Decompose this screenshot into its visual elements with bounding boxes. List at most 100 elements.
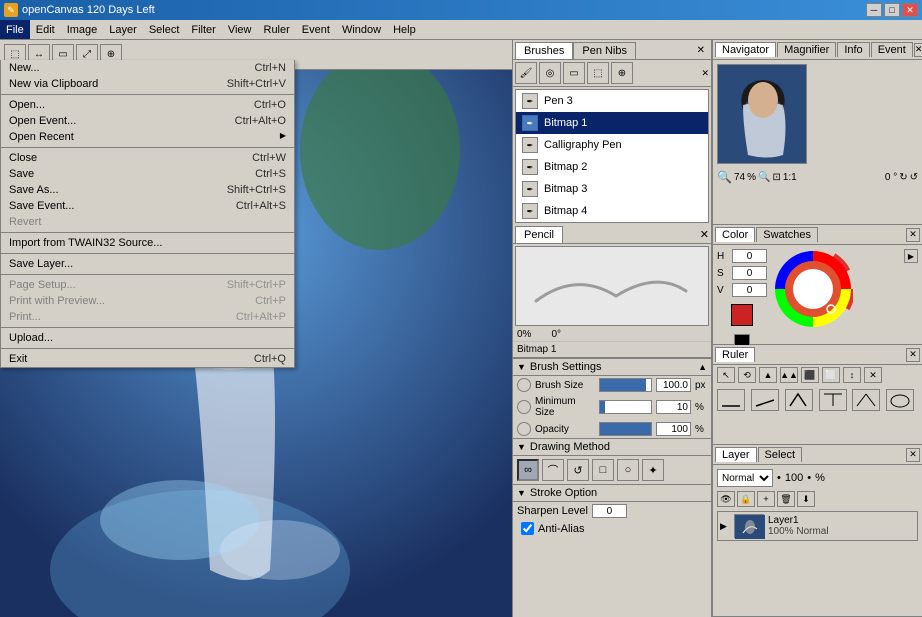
value-input[interactable] bbox=[732, 283, 767, 297]
ruler-btn-6[interactable]: ⬜ bbox=[822, 367, 840, 383]
brush-tool-4[interactable]: ⬚ bbox=[587, 62, 609, 84]
tab-brushes[interactable]: Brushes bbox=[515, 42, 573, 59]
tab-info[interactable]: Info bbox=[837, 42, 869, 57]
brush-tool-5[interactable]: ⊕ bbox=[611, 62, 633, 84]
dm-star[interactable]: ✦ bbox=[642, 459, 664, 481]
opacity-input[interactable] bbox=[656, 422, 691, 436]
layer-panel-close[interactable]: ✕ bbox=[906, 448, 920, 462]
menu-select[interactable]: Select bbox=[143, 20, 186, 39]
ruler-btn-2[interactable]: ⟲ bbox=[738, 367, 756, 383]
brush-tool-2[interactable]: ◎ bbox=[539, 62, 561, 84]
brush-item-bitmap1[interactable]: ✒ Bitmap 1 bbox=[516, 112, 708, 134]
blend-mode-select[interactable]: Normal Multiply Screen bbox=[717, 469, 773, 487]
ruler-btn-8[interactable]: ✕ bbox=[864, 367, 882, 383]
zoom-fit-icon[interactable]: ⊡ bbox=[772, 172, 780, 183]
color-panel-close[interactable]: ✕ bbox=[906, 228, 920, 242]
layer-lock-btn[interactable]: 🔒 bbox=[737, 491, 755, 507]
menu-open[interactable]: Open...Ctrl+O bbox=[1, 97, 294, 113]
maximize-button[interactable]: □ bbox=[884, 3, 900, 17]
ruler-pattern-4[interactable] bbox=[819, 389, 847, 411]
brush-item-bitmap2[interactable]: ✒ Bitmap 2 bbox=[516, 156, 708, 178]
menu-image[interactable]: Image bbox=[61, 20, 104, 39]
hue-input[interactable] bbox=[732, 249, 767, 263]
sharpen-input[interactable] bbox=[592, 504, 627, 518]
menu-view[interactable]: View bbox=[222, 20, 258, 39]
layer-delete-btn[interactable]: 🗑 bbox=[777, 491, 795, 507]
minimum-size-input[interactable] bbox=[656, 400, 691, 414]
brush-panel-options[interactable]: ✕ bbox=[701, 68, 709, 79]
menu-import-twain[interactable]: Import from TWAIN32 Source... bbox=[1, 235, 294, 251]
menu-new-via-clipboard[interactable]: New via ClipboardShift+Ctrl+V bbox=[1, 76, 294, 92]
dm-circle[interactable]: ↺ bbox=[567, 459, 589, 481]
menu-ruler[interactable]: Ruler bbox=[258, 20, 296, 39]
brush-settings-scroll-up[interactable]: ▲ bbox=[698, 362, 707, 372]
tab-magnifier[interactable]: Magnifier bbox=[777, 42, 836, 57]
ruler-pattern-2[interactable] bbox=[751, 389, 779, 411]
brush-item-bitmap4[interactable]: ✒ Bitmap 4 bbox=[516, 200, 708, 222]
zoom-rotate-left[interactable]: ↺ bbox=[910, 172, 918, 183]
menu-window[interactable]: Window bbox=[336, 20, 387, 39]
ruler-btn-4[interactable]: ▲▲ bbox=[780, 367, 798, 383]
menu-new[interactable]: New...Ctrl+N bbox=[1, 60, 294, 76]
ruler-pattern-3[interactable] bbox=[785, 389, 813, 411]
ruler-pattern-1[interactable] bbox=[717, 389, 745, 411]
drawing-method-expand[interactable]: ▼ bbox=[517, 442, 526, 452]
brush-tool-3[interactable]: ▭ bbox=[563, 62, 585, 84]
opacity-slider[interactable] bbox=[599, 422, 652, 436]
zoom-in-icon[interactable]: 🔍 bbox=[717, 170, 732, 184]
menu-open-event[interactable]: Open Event...Ctrl+Alt+O bbox=[1, 113, 294, 129]
menu-exit[interactable]: ExitCtrl+Q bbox=[1, 351, 294, 367]
tab-event[interactable]: Event bbox=[871, 42, 913, 57]
brush-panel-close[interactable]: ✕ bbox=[693, 44, 709, 57]
saturation-input[interactable] bbox=[732, 266, 767, 280]
pencil-close-btn[interactable]: ✕ bbox=[700, 228, 709, 241]
color-wheel[interactable] bbox=[773, 249, 853, 329]
menu-save-as[interactable]: Save As...Shift+Ctrl+S bbox=[1, 182, 294, 198]
stroke-option-expand[interactable]: ▼ bbox=[517, 488, 526, 498]
ruler-panel-close[interactable]: ✕ bbox=[906, 348, 920, 362]
menu-open-recent[interactable]: Open Recent bbox=[1, 129, 294, 145]
navigator-close[interactable]: ✕ bbox=[914, 43, 922, 57]
ruler-btn-7[interactable]: ↕ bbox=[843, 367, 861, 383]
brush-item-caligraphy[interactable]: ✒ Calligraphy Pen bbox=[516, 134, 708, 156]
tab-swatches[interactable]: Swatches bbox=[756, 227, 818, 242]
minimize-button[interactable]: ─ bbox=[866, 3, 882, 17]
primary-color-swatch[interactable] bbox=[731, 304, 753, 326]
brush-item-bitmap3[interactable]: ✒ Bitmap 3 bbox=[516, 178, 708, 200]
minimum-size-slider[interactable] bbox=[599, 400, 652, 414]
brush-size-slider[interactable] bbox=[599, 378, 652, 392]
zoom-out-icon[interactable]: 🔍 bbox=[758, 172, 770, 183]
layer-merge-btn[interactable]: ⬇ bbox=[797, 491, 815, 507]
menu-save-event[interactable]: Save Event...Ctrl+Alt+S bbox=[1, 198, 294, 214]
close-button[interactable]: ✕ bbox=[902, 3, 918, 17]
tab-pen-nibs[interactable]: Pen Nibs bbox=[573, 42, 636, 59]
layer-expand-btn[interactable]: ▶ bbox=[720, 521, 730, 532]
ruler-pattern-5[interactable] bbox=[852, 389, 880, 411]
tab-ruler[interactable]: Ruler bbox=[715, 347, 755, 362]
dm-rect[interactable]: □ bbox=[592, 459, 614, 481]
dm-curve[interactable]: ⌒ bbox=[542, 459, 564, 481]
antialias-checkbox[interactable] bbox=[521, 522, 534, 535]
menu-edit[interactable]: Edit bbox=[30, 20, 61, 39]
ruler-btn-5[interactable]: ⬛ bbox=[801, 367, 819, 383]
brush-settings-expand[interactable]: ▼ bbox=[517, 362, 526, 372]
zoom-100-icon[interactable]: 1:1 bbox=[783, 172, 797, 183]
dm-freehand[interactable]: ∞ bbox=[517, 459, 539, 481]
menu-help[interactable]: Help bbox=[387, 20, 422, 39]
brush-size-input[interactable] bbox=[656, 378, 691, 392]
menu-upload[interactable]: Upload... bbox=[1, 330, 294, 346]
layer-visibility-btn[interactable]: 👁 bbox=[717, 491, 735, 507]
menu-layer[interactable]: Layer bbox=[103, 20, 143, 39]
brush-tool-1[interactable]: 🖌 bbox=[515, 62, 537, 84]
menu-close[interactable]: CloseCtrl+W bbox=[1, 150, 294, 166]
menu-save[interactable]: SaveCtrl+S bbox=[1, 166, 294, 182]
dm-oval[interactable]: ○ bbox=[617, 459, 639, 481]
color-options-btn[interactable]: ▶ bbox=[904, 249, 918, 263]
zoom-rotate-right[interactable]: ↻ bbox=[899, 172, 907, 183]
menu-file[interactable]: File bbox=[0, 20, 30, 39]
tab-layer[interactable]: Layer bbox=[715, 447, 757, 462]
ruler-btn-1[interactable]: ↖ bbox=[717, 367, 735, 383]
tab-navigator[interactable]: Navigator bbox=[715, 42, 776, 57]
menu-save-layer[interactable]: Save Layer... bbox=[1, 256, 294, 272]
tab-pencil[interactable]: Pencil bbox=[515, 226, 563, 243]
